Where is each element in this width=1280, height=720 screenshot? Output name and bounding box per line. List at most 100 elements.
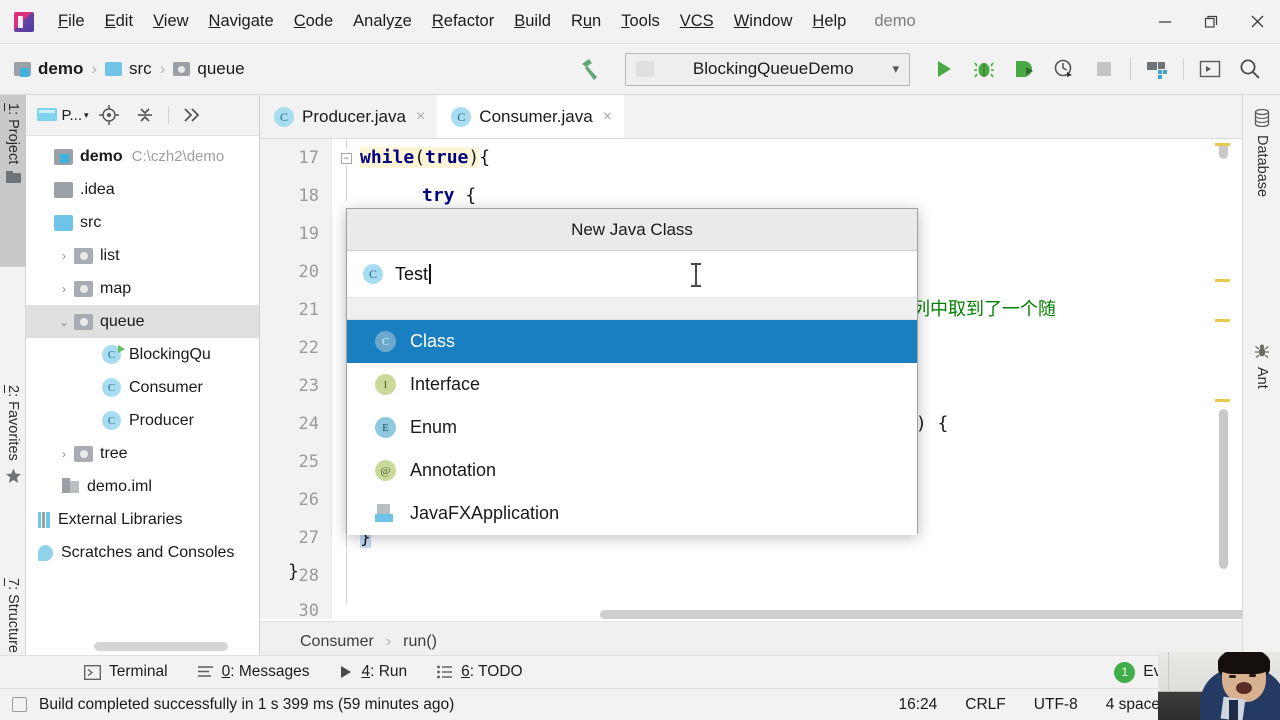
run-config-label: BlockingQueueDemo — [692, 59, 854, 78]
menu-build[interactable]: Build — [504, 8, 561, 35]
menu-refactor[interactable]: Refactor — [422, 8, 504, 35]
fold-toggle-icon[interactable]: − — [341, 153, 352, 164]
menu-vcs[interactable]: VCS — [670, 8, 724, 35]
breadcrumb-item-module[interactable]: demo — [14, 59, 83, 79]
menu-code[interactable]: Code — [284, 8, 343, 35]
menu-edit[interactable]: Edit — [95, 8, 143, 35]
run-with-coverage-button[interactable] — [1004, 49, 1044, 89]
indent-label[interactable]: 4 space — [1106, 696, 1160, 714]
search-icon[interactable] — [1230, 49, 1270, 89]
annotation-icon: @ — [375, 460, 396, 481]
tree-item-scratches[interactable]: Scratches and Consoles — [26, 536, 259, 569]
build-icon — [12, 697, 27, 712]
tree-item-consumer[interactable]: C Consumer — [26, 371, 259, 404]
tree-item-queue[interactable]: ⌄ queue — [26, 305, 259, 338]
close-icon[interactable]: × — [603, 108, 612, 126]
tool-window-run[interactable]: 4: Run — [339, 663, 407, 681]
tree-item-label: list — [100, 246, 120, 264]
line-number: 27 — [298, 528, 319, 548]
intellij-idea-window: File Edit View Navigate Code Analyze Ref… — [0, 0, 1280, 720]
editor-vertical-scrollbar-thumb-2[interactable] — [1219, 409, 1228, 569]
sidebar-item-label: Database — [1254, 135, 1270, 198]
editor-horizontal-scrollbar[interactable] — [600, 610, 1280, 619]
tree-item-label: tree — [100, 444, 128, 462]
sidebar-item-database[interactable]: Database — [1243, 101, 1280, 261]
run-configuration-selector[interactable]: BlockingQueueDemo ▾ — [625, 52, 910, 86]
line-number: 20 — [298, 262, 319, 282]
list-item-enum[interactable]: E Enum — [347, 406, 917, 449]
project-structure-button[interactable] — [1137, 49, 1177, 89]
locate-icon[interactable] — [92, 100, 126, 130]
sidebar-item-ant[interactable]: Ant — [1243, 335, 1280, 425]
libraries-icon — [38, 511, 50, 528]
class-kind-list[interactable]: C Class I Interface E Enum @ Annotation … — [347, 320, 917, 535]
tree-item-list[interactable]: › list — [26, 239, 259, 272]
close-icon[interactable] — [1234, 0, 1280, 44]
tree-item-external-libraries[interactable]: External Libraries — [26, 503, 259, 536]
tool-window-terminal[interactable]: Terminal — [84, 663, 168, 681]
warning-marker[interactable] — [1215, 279, 1230, 282]
menu-run[interactable]: Run — [561, 8, 611, 35]
project-panel-horizontal-scrollbar[interactable] — [94, 642, 228, 651]
tree-item-blockingqueuedemo[interactable]: C BlockingQu — [26, 338, 259, 371]
tab-consumer-java[interactable]: C Consumer.java × — [437, 95, 625, 139]
tree-item-map[interactable]: › map — [26, 272, 259, 305]
warning-marker[interactable] — [1215, 399, 1230, 402]
project-view-selector[interactable]: P... ▾ — [36, 100, 90, 130]
menu-tools[interactable]: Tools — [611, 8, 670, 35]
restore-icon[interactable] — [1188, 0, 1234, 44]
menu-analyze[interactable]: Analyze — [343, 8, 422, 35]
run-button[interactable] — [924, 49, 964, 89]
list-item-annotation[interactable]: @ Annotation — [347, 449, 917, 492]
menu-help[interactable]: Help — [802, 8, 856, 35]
line-number: 22 — [298, 338, 319, 358]
menu-view[interactable]: View — [143, 8, 198, 35]
tree-arrow-collapsed-icon[interactable]: › — [54, 249, 74, 263]
tree-item-demo[interactable]: demo C:\czh2\demo — [26, 140, 259, 173]
list-item-javafxapplication[interactable]: JavaFXApplication — [347, 492, 917, 535]
list-item-class[interactable]: C Class — [347, 320, 917, 363]
terminal-icon[interactable] — [1190, 49, 1230, 89]
text-ibeam-cursor-icon — [691, 263, 701, 287]
tool-window-todo[interactable]: 6: TODO — [437, 663, 523, 681]
debug-button[interactable] — [964, 49, 1004, 89]
tool-window-messages[interactable]: 0: Messages — [197, 663, 309, 681]
editor-gutter[interactable]: 17 18 19 20 21 22 23 24 25 26 27 28 30 — [260, 139, 332, 621]
close-icon[interactable]: × — [416, 108, 425, 126]
sidebar-item-project[interactable]: 1: Project — [0, 95, 26, 267]
tree-item-src[interactable]: src — [26, 206, 259, 239]
hammer-icon[interactable] — [571, 49, 611, 89]
encoding-label[interactable]: UTF-8 — [1034, 696, 1078, 714]
collapse-all-icon[interactable] — [128, 100, 162, 130]
tree-item-idea[interactable]: .idea — [26, 173, 259, 206]
status-message[interactable]: Build completed successfully in 1 s 399 … — [12, 696, 454, 714]
tree-item-demo-iml[interactable]: demo.iml — [26, 470, 259, 503]
warning-marker[interactable] — [1215, 319, 1230, 322]
minimize-icon[interactable] — [1142, 0, 1188, 44]
todo-icon — [437, 665, 453, 679]
window-controls — [1142, 0, 1280, 44]
tree-arrow-expanded-icon[interactable]: ⌄ — [54, 315, 74, 329]
tree-item-tree[interactable]: › tree — [26, 437, 259, 470]
breadcrumb-item-src[interactable]: src — [105, 59, 152, 79]
breadcrumb-method[interactable]: run() — [403, 633, 437, 651]
line-separator-label[interactable]: CRLF — [965, 696, 1005, 714]
list-item-interface[interactable]: I Interface — [347, 363, 917, 406]
tab-producer-java[interactable]: C Producer.java × — [260, 95, 438, 139]
warning-marker[interactable] — [1215, 143, 1230, 146]
tree-arrow-collapsed-icon[interactable]: › — [54, 282, 74, 296]
tree-item-producer[interactable]: C Producer — [26, 404, 259, 437]
profiler-button[interactable] — [1044, 49, 1084, 89]
breadcrumb-class[interactable]: Consumer — [300, 633, 374, 651]
sidebar-item-favorites[interactable]: 2: Favorites — [0, 377, 26, 567]
breadcrumb-item-package[interactable]: queue — [173, 59, 245, 79]
dialog-title: New Java Class — [347, 209, 917, 251]
menu-navigate[interactable]: Navigate — [199, 8, 284, 35]
folder-grey-icon — [54, 181, 73, 198]
tree-arrow-collapsed-icon[interactable]: › — [54, 447, 74, 461]
menu-window[interactable]: Window — [724, 8, 803, 35]
new-java-class-dialog[interactable]: New Java Class C Test C Class I Interfac… — [346, 208, 918, 535]
settings-icon[interactable] — [175, 100, 209, 130]
menu-file[interactable]: File — [48, 8, 95, 35]
class-name-input[interactable]: C Test — [347, 251, 917, 298]
